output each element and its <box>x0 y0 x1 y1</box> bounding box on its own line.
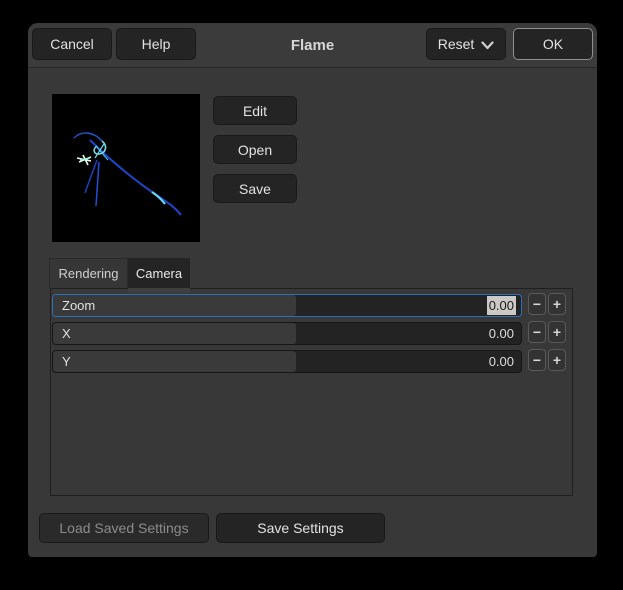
plus-icon: + <box>553 325 561 339</box>
zoom-increment-button[interactable]: + <box>548 293 566 315</box>
open-button-label: Open <box>238 142 272 158</box>
flame-dialog: Flame Cancel Help Reset OK Edit <box>28 23 597 557</box>
x-slider-label: X <box>62 323 71 344</box>
save-settings-label: Save Settings <box>257 520 343 536</box>
minus-icon: − <box>533 353 541 367</box>
y-value-entry[interactable]: 0.00 <box>487 351 516 372</box>
y-decrement-button[interactable]: − <box>528 349 546 371</box>
save-button-label: Save <box>239 181 271 197</box>
tab-rendering-label: Rendering <box>59 266 119 281</box>
edit-button-label: Edit <box>243 103 267 119</box>
edit-button[interactable]: Edit <box>213 96 297 125</box>
minus-icon: − <box>533 325 541 339</box>
ok-button-label: OK <box>543 36 563 52</box>
save-settings-button[interactable]: Save Settings <box>216 513 385 543</box>
active-tab-indicator <box>128 288 190 293</box>
x-slider[interactable]: X 0.00 <box>52 322 522 345</box>
flame-preview-image <box>52 94 200 242</box>
chevron-down-icon <box>481 37 494 53</box>
zoom-decrement-button[interactable]: − <box>528 293 546 315</box>
plus-icon: + <box>553 353 561 367</box>
camera-settings-panel: Zoom 0.00 − + X 0.00 − + Y 0.00 − + <box>50 288 573 496</box>
x-slider-row: X 0.00 <box>52 322 522 345</box>
dialog-header: Flame <box>28 23 597 68</box>
y-slider-fill <box>53 351 296 372</box>
flame-fractal-graphic <box>52 94 200 242</box>
x-value-entry[interactable]: 0.00 <box>487 323 516 344</box>
help-button-label: Help <box>142 36 171 52</box>
tab-camera-label: Camera <box>136 266 182 281</box>
help-button[interactable]: Help <box>116 28 196 60</box>
load-saved-settings-button[interactable]: Load Saved Settings <box>39 513 209 543</box>
reset-dropdown-button[interactable]: Reset <box>426 28 506 60</box>
tab-rendering[interactable]: Rendering <box>49 258 128 288</box>
zoom-slider[interactable]: Zoom 0.00 <box>52 294 522 317</box>
zoom-value-entry[interactable]: 0.00 <box>487 296 516 315</box>
y-slider-label: Y <box>62 351 71 372</box>
zoom-slider-label: Zoom <box>62 295 95 316</box>
y-slider[interactable]: Y 0.00 <box>52 350 522 373</box>
tab-camera[interactable]: Camera <box>128 258 190 288</box>
load-saved-settings-label: Load Saved Settings <box>59 520 188 536</box>
x-slider-fill <box>53 323 296 344</box>
dialog-title: Flame <box>28 23 597 68</box>
y-increment-button[interactable]: + <box>548 349 566 371</box>
open-button[interactable]: Open <box>213 135 297 164</box>
plus-icon: + <box>553 297 561 311</box>
reset-button-label: Reset <box>438 36 475 52</box>
ok-button[interactable]: OK <box>513 28 593 60</box>
cancel-button-label: Cancel <box>50 36 94 52</box>
y-slider-row: Y 0.00 <box>52 350 522 373</box>
x-increment-button[interactable]: + <box>548 321 566 343</box>
cancel-button[interactable]: Cancel <box>32 28 112 60</box>
x-decrement-button[interactable]: − <box>528 321 546 343</box>
zoom-slider-row: Zoom 0.00 <box>52 294 522 317</box>
minus-icon: − <box>533 297 541 311</box>
save-button[interactable]: Save <box>213 174 297 203</box>
